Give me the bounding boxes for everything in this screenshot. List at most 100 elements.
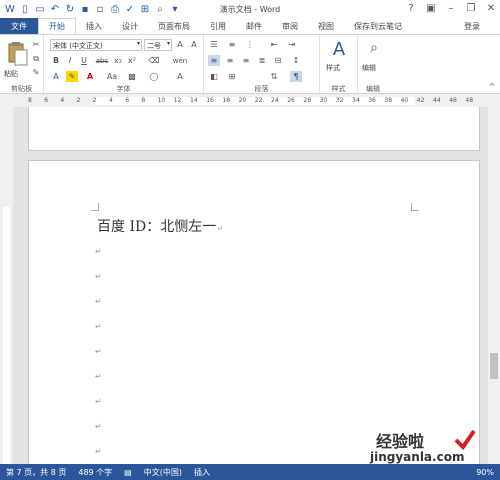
format-painter-icon[interactable]: ✎ <box>30 67 42 78</box>
redo-icon[interactable]: ↻ <box>64 3 76 15</box>
vertical-scrollbar[interactable] <box>488 107 500 464</box>
save-as-icon[interactable]: ▫ <box>94 3 106 15</box>
undo-icon[interactable]: ↶ <box>49 3 61 15</box>
document-heading[interactable]: 百度 ID：北恻左一↵ <box>97 216 223 236</box>
paragraph-mark: ↵ <box>95 347 102 356</box>
current-page[interactable]: 百度 ID：北恻左一↵ ↵ ↵ ↵ ↵ ↵ ↵ ↵ ↵ ↵ <box>28 160 480 464</box>
tab-view[interactable]: 视图 <box>308 18 344 34</box>
tab-mailings[interactable]: 邮件 <box>236 18 272 34</box>
shading-icon[interactable]: ◧ <box>208 71 220 82</box>
borders-icon[interactable]: ⊞ <box>226 71 238 82</box>
ruler-number: 18 <box>222 97 231 104</box>
sort-icon[interactable]: ⇅ <box>268 71 280 82</box>
close-icon[interactable]: ✕ <box>484 1 498 15</box>
ruler-number: 42 <box>416 97 425 104</box>
paste-icon[interactable] <box>6 41 28 67</box>
character-border-button[interactable]: A <box>174 71 186 82</box>
page-count[interactable]: 第 7 页，共 8 页 <box>0 467 72 478</box>
print-preview-icon[interactable]: ⎙ <box>109 3 121 15</box>
character-shading-icon[interactable]: ▩ <box>126 71 138 82</box>
line-spacing-icon[interactable]: ↕ <box>290 55 302 66</box>
collapse-ribbon-icon[interactable]: ^ <box>486 81 498 92</box>
insert-mode[interactable]: 插入 <box>188 467 216 478</box>
window-controls: ? ▣ – ❐ ✕ <box>404 1 498 15</box>
styles-button[interactable]: 样式 <box>326 63 340 73</box>
help-icon[interactable]: ? <box>404 1 418 15</box>
tab-review[interactable]: 审阅 <box>272 18 308 34</box>
ribbon-display-icon[interactable]: ▣ <box>424 1 438 15</box>
clear-format-icon[interactable]: ⌫ <box>148 55 160 66</box>
language-status[interactable]: 中文(中国) <box>138 467 188 478</box>
ruler-number: 8 <box>28 97 32 104</box>
cut-icon[interactable]: ✂ <box>30 39 42 50</box>
subscript-button[interactable]: x₂ <box>112 55 124 66</box>
copy-icon[interactable]: ⧉ <box>30 53 42 64</box>
phonetic-guide-button[interactable]: wén <box>173 55 187 66</box>
bullets-icon[interactable]: ☰ <box>208 39 220 50</box>
ruler-number: 22 <box>254 97 263 104</box>
ruler-number: 34 <box>352 97 360 104</box>
qat-more-icon[interactable]: ▾ <box>169 3 181 15</box>
new-doc-icon[interactable]: ▯ <box>19 3 31 15</box>
justify-icon[interactable]: ≣ <box>256 55 268 66</box>
tab-references[interactable]: 引用 <box>200 18 236 34</box>
grow-font-icon[interactable]: A <box>174 39 186 50</box>
underline-button[interactable]: U <box>78 55 90 66</box>
italic-button[interactable]: I <box>64 55 76 66</box>
login-link[interactable]: 登录 <box>464 21 480 32</box>
paragraph-mark: ↵ <box>95 397 102 406</box>
ruler-number: 38 <box>384 97 393 104</box>
editing-button[interactable]: 编辑 <box>362 63 376 73</box>
save-icon[interactable]: ▪ <box>79 3 91 15</box>
decrease-indent-icon[interactable]: ⇤ <box>268 39 280 50</box>
paste-label: 粘贴 <box>4 70 18 78</box>
change-case-button[interactable]: Aa <box>104 71 120 82</box>
tab-design[interactable]: 设计 <box>112 18 148 34</box>
proofing-icon[interactable]: ▤ <box>118 468 138 477</box>
numbering-icon[interactable]: ≡ <box>226 39 238 50</box>
enclose-characters-icon[interactable]: ◯ <box>148 71 160 82</box>
tab-save-cloud-notes[interactable]: 保存到云笔记 <box>344 18 412 34</box>
shrink-font-icon[interactable]: A <box>188 39 200 50</box>
tab-home[interactable]: 开始 <box>38 18 76 34</box>
find-icon[interactable]: ⌕ <box>154 3 166 15</box>
styles-icon[interactable]: A <box>330 39 348 60</box>
binoculars-icon[interactable]: ⌕ <box>366 39 382 57</box>
bold-button[interactable]: B <box>50 55 62 66</box>
highlight-color-icon[interactable]: ✎ <box>66 71 78 82</box>
tab-page-layout[interactable]: 页面布局 <box>148 18 200 34</box>
tab-file[interactable]: 文件 <box>0 18 38 34</box>
ribbon-tabs: 文件 开始 插入 设计 页面布局 引用 邮件 审阅 视图 保存到云笔记 登录 <box>0 18 500 34</box>
word-count[interactable]: 489 个字 <box>72 467 118 478</box>
ruler-number: 8 <box>141 97 146 104</box>
font-color-button[interactable]: A <box>84 71 96 82</box>
tab-insert[interactable]: 插入 <box>76 18 112 34</box>
table-icon[interactable]: ⊞ <box>139 3 151 15</box>
multilevel-list-icon[interactable]: ⋮ <box>244 39 256 50</box>
text-effects-icon[interactable]: A <box>50 71 62 82</box>
vertical-ruler[interactable] <box>0 107 13 464</box>
paragraph-group: ☰ ≡ ⋮ ⇤ ⇥ ≡ ≡ ≡ ≣ ⊟ ↕ ◧ ⊞ ⇅ ¶ 段落 <box>204 35 320 95</box>
align-left-icon[interactable]: ≡ <box>208 55 220 66</box>
horizontal-ruler[interactable]: 8 6 4 2 2 4 6 8 10 12 14 16 18 20 22 24 26 28 30 32 34 36 38 40… <box>0 95 500 107</box>
zoom-value[interactable]: 90% <box>470 468 500 477</box>
increase-indent-icon[interactable]: ⇥ <box>286 39 298 50</box>
font-size-select[interactable]: 二号 ▾ <box>144 39 172 51</box>
show-marks-icon[interactable]: ¶ <box>290 71 302 82</box>
minimize-icon[interactable]: – <box>444 1 458 15</box>
crop-mark-top-right <box>411 203 419 211</box>
open-folder-icon[interactable]: ▭ <box>34 3 46 15</box>
align-right-icon[interactable]: ≡ <box>240 55 252 66</box>
styles-group-label: 样式 <box>331 85 346 93</box>
scrollbar-thumb[interactable] <box>490 353 498 379</box>
status-bar: 第 7 页，共 8 页 489 个字 ▤ 中文(中国) 插入 90% <box>0 464 500 480</box>
restore-icon[interactable]: ❐ <box>464 1 478 15</box>
strikethrough-button[interactable]: abc <box>94 55 110 66</box>
superscript-button[interactable]: x² <box>126 55 138 66</box>
ruler-number: 2 <box>92 97 97 104</box>
font-name-select[interactable]: 宋体 (中文正文) ▾ <box>50 39 142 51</box>
spelling-icon[interactable]: ✓ <box>124 3 136 15</box>
ruler-number: 48 <box>465 97 474 104</box>
distributed-icon[interactable]: ⊟ <box>272 55 284 66</box>
align-center-icon[interactable]: ≡ <box>224 55 236 66</box>
